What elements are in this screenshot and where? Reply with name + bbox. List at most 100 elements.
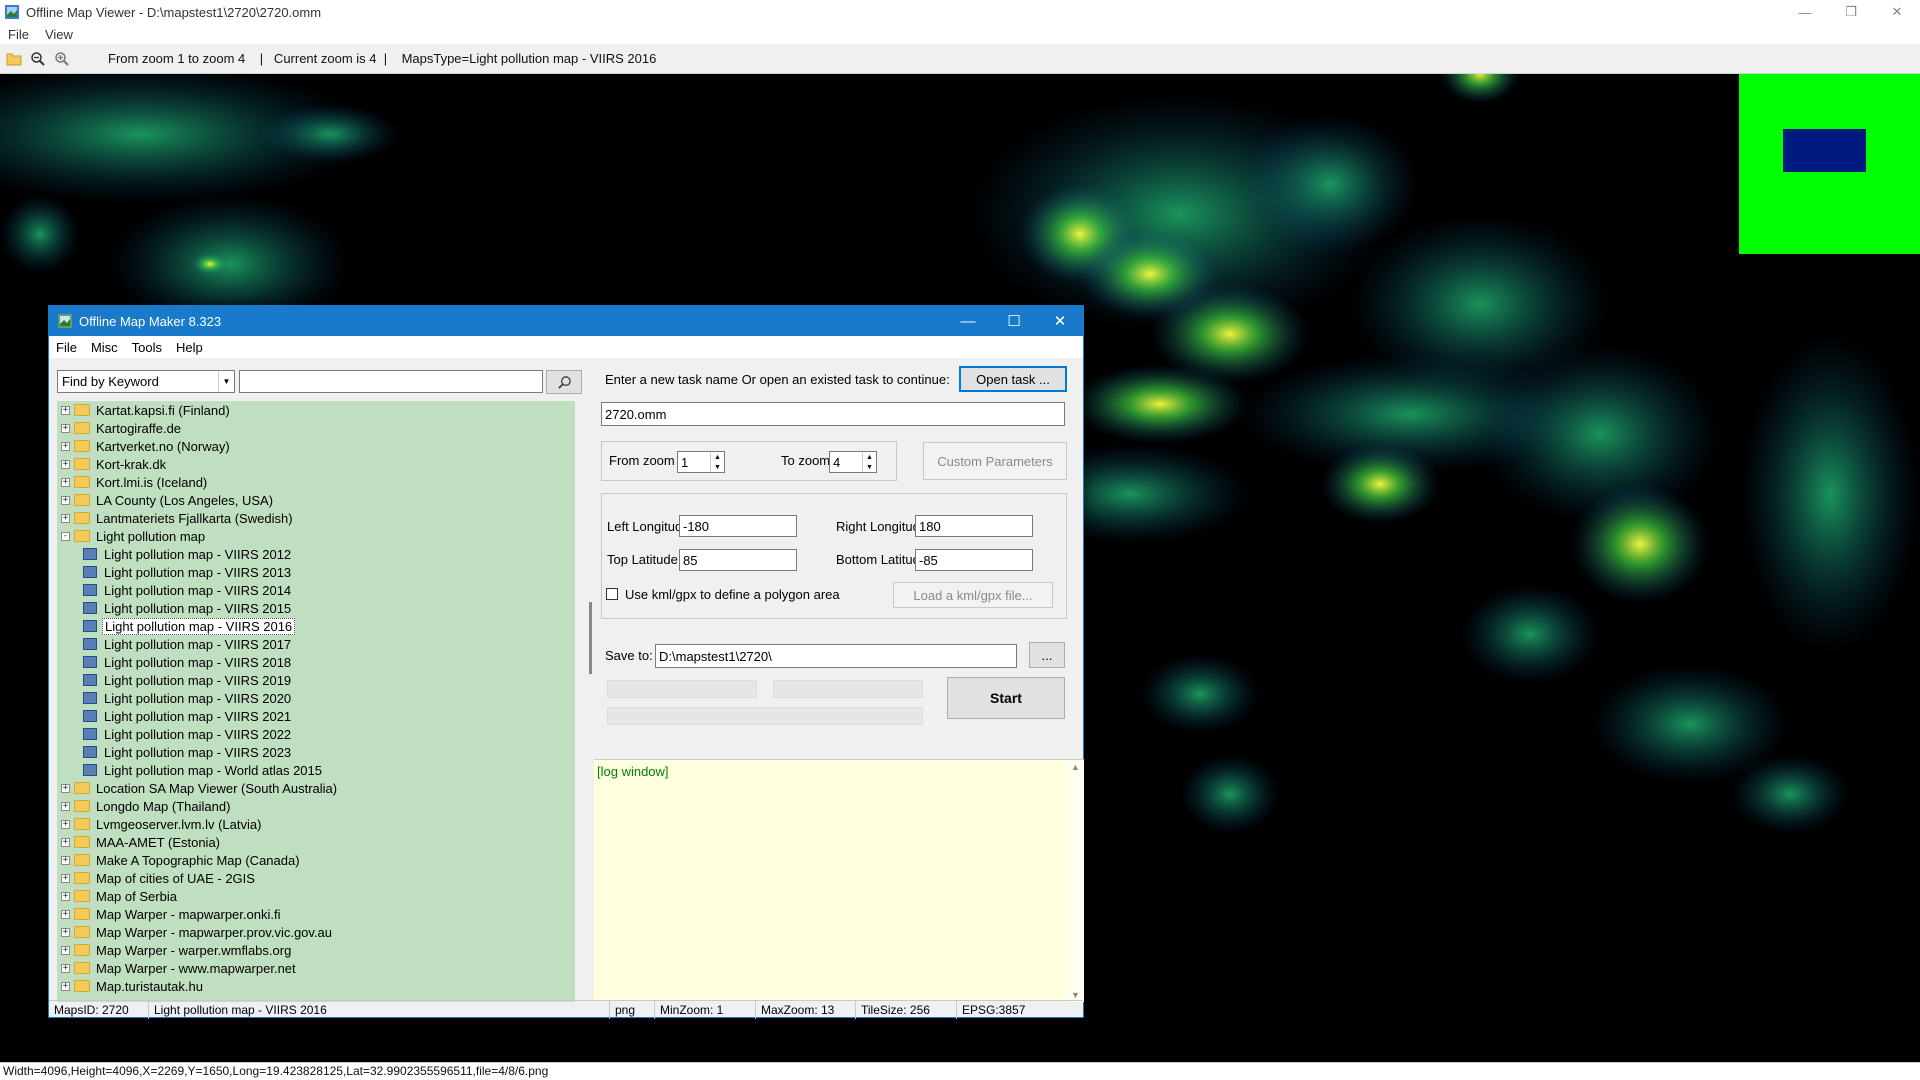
tree-folder-item[interactable]: + Map Warper - mapwarper.onki.fi bbox=[57, 905, 575, 923]
search-button[interactable] bbox=[546, 370, 582, 394]
expand-icon[interactable]: + bbox=[61, 909, 70, 919]
custom-parameters-button[interactable]: Custom Parameters bbox=[923, 442, 1067, 480]
scroll-up-icon[interactable]: ▲ bbox=[1071, 762, 1080, 772]
log-scrollbar[interactable]: ▲ ▼ bbox=[1067, 760, 1084, 1002]
search-icon bbox=[557, 375, 571, 389]
expand-icon[interactable]: + bbox=[61, 405, 70, 415]
tree-item-label: Map Warper - warper.wmflabs.org bbox=[96, 942, 292, 958]
tree-map-item[interactable]: Light pollution map - VIIRS 2020 bbox=[57, 689, 575, 707]
expand-icon[interactable]: + bbox=[61, 783, 70, 793]
task-name-input[interactable]: 2720.omm bbox=[601, 402, 1065, 426]
expand-icon[interactable]: + bbox=[61, 495, 70, 505]
top-latitude-input[interactable]: 85 bbox=[679, 549, 797, 571]
expand-icon[interactable]: + bbox=[61, 927, 70, 937]
tree-map-item[interactable]: Light pollution map - World atlas 2015 bbox=[57, 761, 575, 779]
tree-folder-item[interactable]: + Kartogiraffe.de bbox=[57, 419, 575, 437]
tree-folder-item[interactable]: + Map.turistautak.hu bbox=[57, 977, 575, 995]
tree-folder-item[interactable]: + Kort.lmi.is (Iceland) bbox=[57, 473, 575, 491]
expand-icon[interactable]: + bbox=[61, 459, 70, 469]
map-layer-icon bbox=[83, 710, 97, 722]
from-zoom-stepper[interactable]: 1 ▲ ▼ bbox=[677, 451, 725, 473]
dialog-menu-file[interactable]: File bbox=[49, 340, 84, 355]
tree-folder-item[interactable]: + MAA-AMET (Estonia) bbox=[57, 833, 575, 851]
tree-map-item[interactable]: Light pollution map - VIIRS 2016 bbox=[57, 617, 575, 635]
tree-folder-item[interactable]: + Map Warper - mapwarper.prov.vic.gov.au bbox=[57, 923, 575, 941]
open-task-button[interactable]: Open task ... bbox=[959, 366, 1067, 392]
expand-icon[interactable]: + bbox=[61, 945, 70, 955]
tree-map-item[interactable]: Light pollution map - VIIRS 2012 bbox=[57, 545, 575, 563]
tree-folder-item[interactable]: + Map of cities of UAE - 2GIS bbox=[57, 869, 575, 887]
dialog-menu-help[interactable]: Help bbox=[169, 340, 210, 355]
to-zoom-stepper[interactable]: 4 ▲ ▼ bbox=[829, 451, 877, 473]
tree-folder-item[interactable]: - Light pollution map bbox=[57, 527, 575, 545]
spin-down-icon[interactable]: ▼ bbox=[866, 464, 873, 471]
expand-icon[interactable]: + bbox=[61, 963, 70, 973]
zoom-out-icon[interactable] bbox=[28, 49, 48, 69]
scroll-down-icon[interactable]: ▼ bbox=[1071, 990, 1080, 1000]
use-kml-checkbox[interactable] bbox=[606, 588, 618, 600]
browse-button[interactable]: ... bbox=[1029, 642, 1065, 668]
search-input[interactable] bbox=[239, 370, 543, 393]
expand-icon[interactable]: + bbox=[61, 837, 70, 847]
spin-down-icon[interactable]: ▼ bbox=[714, 464, 721, 471]
chevron-down-icon[interactable]: ▼ bbox=[218, 371, 234, 392]
tree-folder-item[interactable]: + Map of Serbia bbox=[57, 887, 575, 905]
tree-map-item[interactable]: Light pollution map - VIIRS 2023 bbox=[57, 743, 575, 761]
right-longitude-input[interactable]: 180 bbox=[915, 515, 1033, 537]
tree-folder-item[interactable]: + Longdo Map (Thailand) bbox=[57, 797, 575, 815]
tree-map-item[interactable]: Light pollution map - VIIRS 2019 bbox=[57, 671, 575, 689]
tree-map-item[interactable]: Light pollution map - VIIRS 2022 bbox=[57, 725, 575, 743]
tree-folder-item[interactable]: + Lvmgeoserver.lvm.lv (Latvia) bbox=[57, 815, 575, 833]
tree-folder-item[interactable]: + Lantmateriets Fjallkarta (Swedish) bbox=[57, 509, 575, 527]
expand-icon[interactable]: + bbox=[61, 891, 70, 901]
tree-scrollbar-thumb[interactable] bbox=[589, 602, 592, 674]
minimize-button[interactable]: — bbox=[1782, 0, 1828, 24]
tree-folder-item[interactable]: + Make A Topographic Map (Canada) bbox=[57, 851, 575, 869]
expand-icon[interactable]: + bbox=[61, 513, 70, 523]
maps-tree[interactable]: + Kartat.kapsi.fi (Finland) + Kartogiraffe.… bbox=[57, 401, 575, 1002]
dialog-minimize-button[interactable]: — bbox=[945, 306, 991, 336]
tree-map-item[interactable]: Light pollution map - VIIRS 2017 bbox=[57, 635, 575, 653]
tree-folder-item[interactable]: + LA County (Los Angeles, USA) bbox=[57, 491, 575, 509]
tree-folder-item[interactable]: + Location SA Map Viewer (South Australia… bbox=[57, 779, 575, 797]
dialog-menu-tools[interactable]: Tools bbox=[125, 340, 169, 355]
expand-icon[interactable]: + bbox=[61, 855, 70, 865]
menu-view[interactable]: View bbox=[37, 27, 81, 42]
spin-up-icon[interactable]: ▲ bbox=[866, 454, 873, 461]
dialog-close-button[interactable]: ✕ bbox=[1037, 306, 1083, 336]
close-button[interactable]: ✕ bbox=[1874, 0, 1920, 24]
load-kml-button[interactable]: Load a kml/gpx file... bbox=[893, 582, 1053, 608]
tree-map-item[interactable]: Light pollution map - VIIRS 2018 bbox=[57, 653, 575, 671]
tree-map-item[interactable]: Light pollution map - VIIRS 2014 bbox=[57, 581, 575, 599]
expand-icon[interactable]: + bbox=[61, 477, 70, 487]
tree-map-item[interactable]: Light pollution map - VIIRS 2015 bbox=[57, 599, 575, 617]
bottom-latitude-input[interactable]: -85 bbox=[915, 549, 1033, 571]
expand-icon[interactable]: + bbox=[61, 819, 70, 829]
log-window[interactable]: [log window] ▲ ▼ bbox=[594, 759, 1084, 1002]
collapse-icon[interactable]: - bbox=[61, 531, 70, 541]
map-layer-icon bbox=[83, 746, 97, 758]
zoom-in-icon[interactable] bbox=[52, 49, 72, 69]
left-longitude-input[interactable]: -180 bbox=[679, 515, 797, 537]
tree-folder-item[interactable]: + Map Warper - www.mapwarper.net bbox=[57, 959, 575, 977]
expand-icon[interactable]: + bbox=[61, 423, 70, 433]
menu-file[interactable]: File bbox=[0, 27, 37, 42]
maximize-button[interactable]: ❐ bbox=[1828, 0, 1874, 24]
start-button[interactable]: Start bbox=[947, 677, 1065, 719]
expand-icon[interactable]: + bbox=[61, 441, 70, 451]
tree-map-item[interactable]: Light pollution map - VIIRS 2013 bbox=[57, 563, 575, 581]
tree-folder-item[interactable]: + Kort-krak.dk bbox=[57, 455, 575, 473]
spin-up-icon[interactable]: ▲ bbox=[714, 454, 721, 461]
tree-folder-item[interactable]: + Kartverket.no (Norway) bbox=[57, 437, 575, 455]
dialog-maximize-button[interactable]: ☐ bbox=[991, 306, 1037, 336]
open-folder-icon[interactable] bbox=[4, 49, 24, 69]
search-mode-select[interactable]: Find by Keyword ▼ bbox=[57, 370, 235, 393]
tree-folder-item[interactable]: + Kartat.kapsi.fi (Finland) bbox=[57, 401, 575, 419]
save-path-input[interactable]: D:\mapstest1\2720\ bbox=[655, 644, 1017, 668]
tree-folder-item[interactable]: + Map Warper - warper.wmflabs.org bbox=[57, 941, 575, 959]
expand-icon[interactable]: + bbox=[61, 801, 70, 811]
expand-icon[interactable]: + bbox=[61, 873, 70, 883]
expand-icon[interactable]: + bbox=[61, 981, 70, 991]
tree-map-item[interactable]: Light pollution map - VIIRS 2021 bbox=[57, 707, 575, 725]
dialog-menu-misc[interactable]: Misc bbox=[84, 340, 125, 355]
